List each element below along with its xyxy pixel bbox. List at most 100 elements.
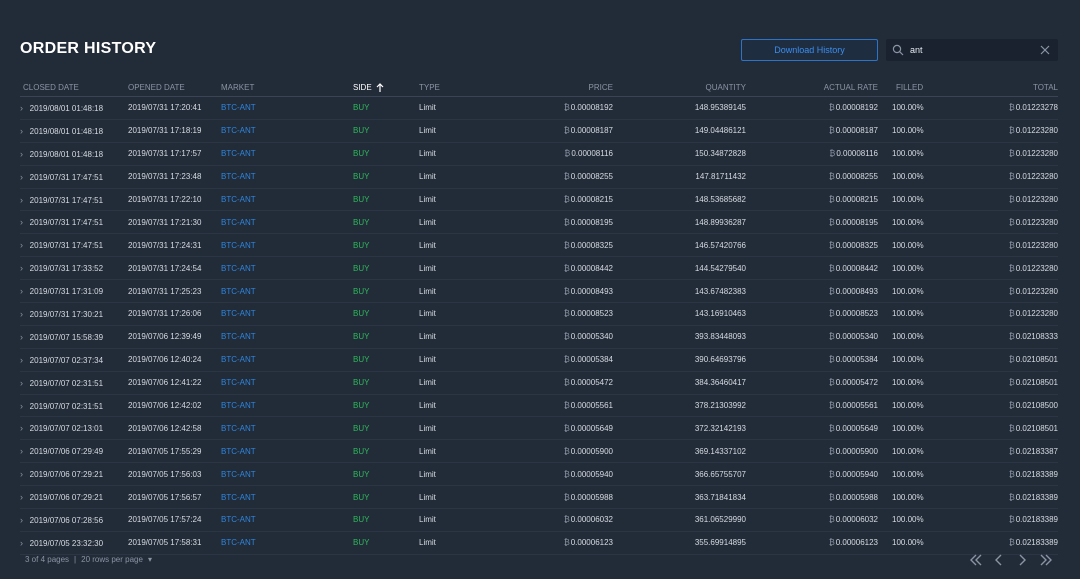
market-link[interactable]: BTC-ANT xyxy=(221,119,353,143)
market-link[interactable]: BTC-ANT xyxy=(221,462,353,487)
expand-chevron-icon[interactable]: › xyxy=(20,126,23,136)
expand-chevron-icon[interactable]: › xyxy=(20,538,23,548)
expand-chevron-icon[interactable]: › xyxy=(20,286,23,296)
expand-chevron-icon[interactable]: › xyxy=(20,378,23,388)
actual-rate-cell: ₿0.00006123 xyxy=(746,531,878,555)
price-value: 0.00008195 xyxy=(570,217,613,227)
expand-chevron-icon[interactable]: › xyxy=(20,469,23,479)
market-link[interactable]: BTC-ANT xyxy=(221,233,353,258)
expand-chevron-icon[interactable]: › xyxy=(20,423,23,433)
search-input[interactable] xyxy=(910,42,1030,58)
table-row[interactable]: › 2019/07/06 07:29:49 2019/07/05 17:55:29… xyxy=(20,439,1058,464)
table-row[interactable]: › 2019/07/31 17:30:21 2019/07/31 17:26:06… xyxy=(20,302,1058,326)
table-row[interactable]: › 2019/07/07 02:31:51 2019/07/06 12:41:22… xyxy=(20,371,1058,395)
expand-chevron-icon[interactable]: › xyxy=(20,217,23,227)
quantity-cell: 147.81711432 xyxy=(613,165,746,189)
market-link[interactable]: BTC-ANT xyxy=(221,210,353,235)
col-side-label: SIDE xyxy=(353,82,372,92)
market-link[interactable]: BTC-ANT xyxy=(221,165,353,189)
expand-chevron-icon[interactable]: › xyxy=(20,492,23,502)
expand-chevron-icon[interactable]: › xyxy=(20,355,23,365)
side-cell: BUY xyxy=(353,531,419,555)
expand-chevron-icon[interactable]: › xyxy=(20,103,23,113)
col-market[interactable]: MARKET xyxy=(221,79,353,97)
caret-down-icon[interactable]: ▾ xyxy=(148,555,152,564)
table-row[interactable]: › 2019/07/07 02:31:51 2019/07/06 12:42:02… xyxy=(20,394,1058,418)
expand-chevron-icon[interactable]: › xyxy=(20,240,23,250)
table-row[interactable]: › 2019/07/06 07:28:56 2019/07/05 17:57:24… xyxy=(20,508,1058,532)
table-row[interactable]: › 2019/07/06 07:29:21 2019/07/05 17:56:57… xyxy=(20,485,1058,510)
bitcoin-icon: ₿ xyxy=(563,263,570,273)
market-link[interactable]: BTC-ANT xyxy=(221,439,353,464)
market-link[interactable]: BTC-ANT xyxy=(221,96,353,120)
market-link[interactable]: BTC-ANT xyxy=(221,256,353,281)
market-link[interactable]: BTC-ANT xyxy=(221,371,353,395)
expand-chevron-icon[interactable]: › xyxy=(20,515,23,525)
market-link[interactable]: BTC-ANT xyxy=(221,394,353,418)
col-side[interactable]: SIDE xyxy=(353,79,419,97)
table-row[interactable]: › 2019/07/07 15:58:39 2019/07/06 12:39:49… xyxy=(20,325,1058,349)
expand-chevron-icon[interactable]: › xyxy=(20,332,23,342)
expand-chevron-icon[interactable]: › xyxy=(20,149,23,159)
table-row[interactable]: › 2019/07/31 17:47:51 2019/07/31 17:22:10… xyxy=(20,188,1058,212)
actual-rate-value: 0.00008255 xyxy=(835,172,878,182)
table-row[interactable]: › 2019/07/31 17:47:51 2019/07/31 17:24:31… xyxy=(20,233,1058,258)
quantity-cell: 150.34872828 xyxy=(613,142,746,166)
expand-chevron-icon[interactable]: › xyxy=(20,309,23,319)
rows-per-page-select[interactable]: 20 rows per page xyxy=(81,555,143,564)
market-link[interactable]: BTC-ANT xyxy=(221,508,353,532)
type-cell: Limit xyxy=(419,348,542,372)
table-row[interactable]: › 2019/08/01 01:48:18 2019/07/31 17:18:19… xyxy=(20,119,1058,143)
market-link[interactable]: BTC-ANT xyxy=(221,142,353,166)
market-link[interactable]: BTC-ANT xyxy=(221,302,353,326)
table-row[interactable]: › 2019/07/31 17:47:51 2019/07/31 17:23:48… xyxy=(20,165,1058,189)
bitcoin-icon: ₿ xyxy=(1008,538,1015,548)
side-cell: BUY xyxy=(353,233,419,258)
col-total[interactable]: TOTAL xyxy=(936,79,1058,97)
actual-rate-cell: ₿0.00008523 xyxy=(746,302,878,326)
next-page-button[interactable] xyxy=(1016,552,1028,568)
expand-chevron-icon[interactable]: › xyxy=(20,263,23,273)
expand-chevron-icon[interactable]: › xyxy=(20,446,23,456)
last-page-button[interactable] xyxy=(1039,552,1053,568)
opened-date: 2019/07/31 17:21:30 xyxy=(128,210,221,235)
table-row[interactable]: › 2019/08/01 01:48:18 2019/07/31 17:20:41… xyxy=(20,96,1058,120)
table-row[interactable]: › 2019/07/06 07:29:21 2019/07/05 17:56:03… xyxy=(20,462,1058,487)
download-history-button[interactable]: Download History xyxy=(741,39,878,61)
table-row[interactable]: › 2019/07/07 02:37:34 2019/07/06 12:40:24… xyxy=(20,348,1058,372)
expand-chevron-icon[interactable]: › xyxy=(20,401,23,411)
type-cell: Limit xyxy=(419,302,542,326)
table-row[interactable]: › 2019/07/31 17:31:09 2019/07/31 17:25:23… xyxy=(20,279,1058,304)
market-link[interactable]: BTC-ANT xyxy=(221,531,353,555)
table-row[interactable]: › 2019/07/05 23:32:30 2019/07/05 17:58:31… xyxy=(20,531,1058,555)
col-opened-date[interactable]: OPENED DATE xyxy=(128,79,221,97)
market-link[interactable]: BTC-ANT xyxy=(221,325,353,349)
clear-search-icon[interactable] xyxy=(1040,45,1050,55)
first-page-button[interactable] xyxy=(969,552,983,568)
table-row[interactable]: › 2019/08/01 01:48:18 2019/07/31 17:17:57… xyxy=(20,142,1058,166)
table-row[interactable]: › 2019/07/31 17:33:52 2019/07/31 17:24:54… xyxy=(20,256,1058,281)
col-actual-rate[interactable]: ACTUAL RATE xyxy=(746,79,878,97)
closed-date: 2019/07/31 17:30:21 xyxy=(29,309,104,319)
price-cell: ₿0.00008215 xyxy=(542,188,613,212)
table-row[interactable]: › 2019/07/31 17:47:51 2019/07/31 17:21:30… xyxy=(20,210,1058,235)
total-cell: ₿0.01223280 xyxy=(936,142,1058,166)
market-link[interactable]: BTC-ANT xyxy=(221,416,353,441)
expand-chevron-icon[interactable]: › xyxy=(20,172,23,182)
table-row[interactable]: › 2019/07/07 02:13:01 2019/07/06 12:42:58… xyxy=(20,416,1058,441)
filled-cell: 100.00% xyxy=(878,119,936,143)
market-link[interactable]: BTC-ANT xyxy=(221,485,353,510)
total-cell: ₿0.01223280 xyxy=(936,210,1058,235)
market-link[interactable]: BTC-ANT xyxy=(221,348,353,372)
col-filled[interactable]: FILLED xyxy=(878,79,936,97)
bitcoin-icon: ₿ xyxy=(563,286,570,296)
market-link[interactable]: BTC-ANT xyxy=(221,188,353,212)
col-price[interactable]: PRICE xyxy=(542,79,613,97)
expand-chevron-icon[interactable]: › xyxy=(20,195,23,205)
previous-page-button[interactable] xyxy=(993,552,1005,568)
col-closed-date[interactable]: CLOSED DATE xyxy=(20,79,128,97)
market-link[interactable]: BTC-ANT xyxy=(221,279,353,304)
closed-date-cell: › 2019/07/31 17:33:52 xyxy=(20,256,128,281)
col-type[interactable]: TYPE xyxy=(419,79,542,97)
col-quantity[interactable]: QUANTITY xyxy=(613,79,746,97)
